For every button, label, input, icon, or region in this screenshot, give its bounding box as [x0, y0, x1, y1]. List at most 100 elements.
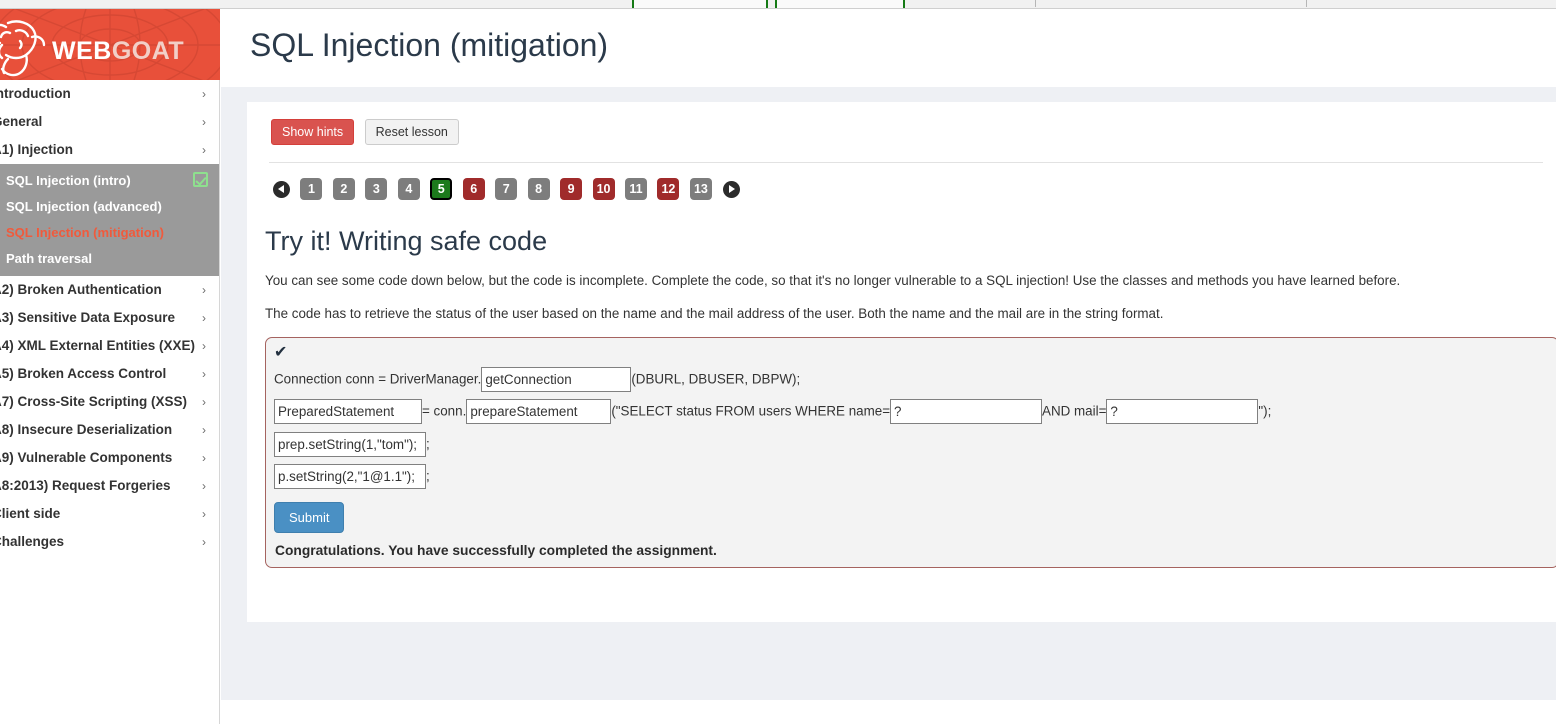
sidebar-item-path-traversal[interactable]: Path traversal: [0, 246, 219, 272]
chevron-right-icon: ›: [202, 451, 206, 465]
code-line-1-suffix: (DBURL, DBUSER, DBPW);: [631, 371, 801, 387]
page-button-1[interactable]: 1: [300, 178, 323, 200]
tab-fragment-2[interactable]: [775, 0, 905, 8]
page-button-9[interactable]: 9: [560, 178, 583, 200]
page-header: SQL Injection (mitigation): [221, 9, 1556, 87]
sidebar-item-sql-injection-intro[interactable]: SQL Injection (intro): [0, 168, 219, 194]
sidebar-label: A3) Sensitive Data Exposure: [0, 310, 176, 325]
chevron-right-icon: ›: [202, 367, 206, 381]
code-line-4: ;: [274, 463, 1548, 490]
sidebar-item-a5-broken-access-control[interactable]: A5) Broken Access Control ›: [0, 360, 219, 388]
code-assignment-form: ✔ Connection conn = DriverManager. (DBURL…: [265, 337, 1556, 568]
page-button-5[interactable]: 5: [430, 178, 453, 200]
checkmark-icon: ✔: [274, 344, 288, 361]
toolbar-divider-1: [1035, 0, 1036, 7]
chevron-right-icon: ›: [202, 423, 206, 437]
sidebar-label: General: [0, 114, 43, 129]
sidebar-item-a9-vulnerable-components[interactable]: A9) Vulnerable Components ›: [0, 444, 219, 472]
page-button-4[interactable]: 4: [397, 178, 420, 200]
lesson-toolbar: Show hints Reset lesson: [263, 116, 1549, 145]
tab-fragment-1[interactable]: [632, 0, 768, 8]
submit-button[interactable]: Submit: [274, 501, 345, 533]
sidebar-label: A8:2013) Request Forgeries: [0, 478, 171, 493]
brand-header[interactable]: WEBGOAT: [0, 9, 220, 80]
name-param-input[interactable]: [890, 399, 1043, 425]
sidebar-label: Client side: [0, 506, 61, 521]
reset-lesson-button[interactable]: Reset lesson: [364, 119, 459, 145]
page-button-13[interactable]: 13: [689, 178, 712, 200]
code-line-2: = conn. ("SELECT status FROM users WHERE …: [274, 398, 1548, 425]
sidebar-item-sql-injection-advanced[interactable]: SQL Injection (advanced): [0, 194, 219, 220]
arrow-right-circle-icon[interactable]: [723, 180, 741, 198]
chevron-right-icon: ›: [202, 535, 206, 549]
lesson-complete-check-icon: [193, 172, 208, 187]
sidebar-sublabel: SQL Injection (intro): [6, 173, 131, 188]
prepare-statement-input[interactable]: [466, 399, 612, 425]
sidebar-item-client-side[interactable]: Client side ›: [0, 500, 219, 528]
sidebar-sublabel: SQL Injection (mitigation): [6, 225, 164, 240]
sidebar-item-sql-injection-mitigation[interactable]: SQL Injection (mitigation): [0, 220, 219, 246]
lesson-heading: Try it! Writing safe code: [265, 226, 548, 256]
sidebar-subgroup-injection: SQL Injection (intro) SQL Injection (adv…: [0, 164, 219, 276]
lesson-pagination: 1 2 3 4 5 6 7 8 9 10 11 12 13: [263, 163, 1549, 200]
success-message: Congratulations. You have successfully c…: [275, 542, 717, 558]
sidebar-item-a7-xss[interactable]: A7) Cross-Site Scripting (XSS) ›: [0, 388, 219, 416]
sidebar-item-a3-sensitive-data-exposure[interactable]: A3) Sensitive Data Exposure ›: [0, 304, 219, 332]
get-connection-input[interactable]: [481, 366, 632, 392]
show-hints-button[interactable]: Show hints: [271, 119, 355, 145]
brand-wordmark: WEBGOAT: [52, 37, 184, 66]
code-line-2-mid: = conn.: [422, 403, 467, 419]
sidebar: WEBGOAT Introduction › General › A1) Inj…: [0, 9, 220, 724]
mail-param-input[interactable]: [1106, 399, 1259, 425]
page-button-11[interactable]: 11: [624, 178, 647, 200]
statement-type-input[interactable]: [274, 399, 422, 425]
sidebar-label: A7) Cross-Site Scripting (XSS): [0, 394, 188, 409]
page-button-12[interactable]: 12: [657, 178, 680, 200]
chevron-right-icon: ›: [202, 115, 206, 129]
sidebar-item-request-forgeries[interactable]: A8:2013) Request Forgeries ›: [0, 472, 219, 500]
page-button-3[interactable]: 3: [365, 178, 388, 200]
lesson-wrapper: Show hints Reset lesson 1 2 3 4 5 6 7 8 …: [221, 87, 1556, 700]
chevron-right-icon: ›: [202, 143, 206, 157]
sidebar-label: A8) Insecure Deserialization: [0, 422, 173, 437]
sidebar-nav: Introduction › General › A1) Injection ›…: [0, 80, 219, 556]
page-button-2[interactable]: 2: [332, 178, 355, 200]
chevron-right-icon: ›: [202, 395, 206, 409]
sidebar-label: A5) Broken Access Control: [0, 366, 167, 381]
sidebar-item-a4-xxe[interactable]: A4) XML External Entities (XXE) ›: [0, 332, 219, 360]
sidebar-label: Introduction: [0, 86, 71, 101]
arrow-left-circle-icon[interactable]: [273, 180, 290, 198]
brand-web: WEB: [52, 37, 112, 65]
sidebar-item-a8-insecure-deserialization[interactable]: A8) Insecure Deserialization ›: [0, 416, 219, 444]
sidebar-label: A1) Injection: [0, 142, 74, 157]
sidebar-item-a1-injection[interactable]: A1) Injection ›: [0, 136, 219, 164]
brand-goat: GOAT: [111, 37, 185, 65]
sidebar-item-challenges[interactable]: Challenges ›: [0, 528, 219, 556]
submit-row: Submit: [274, 501, 1548, 533]
sidebar-item-a2-broken-authentication[interactable]: A2) Broken Authentication ›: [0, 276, 219, 304]
set-string-2-input[interactable]: [274, 464, 426, 490]
goat-head-icon: [0, 20, 46, 77]
sidebar-label: Challenges: [0, 534, 65, 549]
chevron-right-icon: ›: [202, 479, 206, 493]
sidebar-sublabel: Path traversal: [6, 251, 92, 266]
top-tab-strip: [0, 0, 1556, 9]
lesson-panel: Show hints Reset lesson 1 2 3 4 5 6 7 8 …: [247, 102, 1556, 622]
code-line-1-prefix: Connection conn = DriverManager.: [274, 371, 482, 387]
page-button-10[interactable]: 10: [592, 178, 615, 200]
sidebar-item-general[interactable]: General ›: [0, 108, 219, 136]
chevron-right-icon: ›: [202, 311, 206, 325]
chevron-right-icon: ›: [202, 283, 206, 297]
sidebar-sublabel: SQL Injection (advanced): [6, 199, 162, 214]
code-line-3-suffix: ;: [426, 436, 430, 452]
page-button-8[interactable]: 8: [527, 178, 550, 200]
sidebar-item-introduction[interactable]: Introduction ›: [0, 80, 219, 108]
page-button-7[interactable]: 7: [495, 178, 518, 200]
chevron-right-icon: ›: [202, 507, 206, 521]
set-string-1-input[interactable]: [274, 431, 426, 457]
sidebar-label: A4) XML External Entities (XXE): [0, 338, 196, 353]
page-button-6[interactable]: 6: [462, 178, 485, 200]
code-line-1: Connection conn = DriverManager. (DBURL, …: [274, 366, 1548, 392]
lesson-paragraph-2: The code has to retrieve the status of t…: [265, 306, 1164, 321]
sidebar-label: A9) Vulnerable Components: [0, 450, 173, 465]
